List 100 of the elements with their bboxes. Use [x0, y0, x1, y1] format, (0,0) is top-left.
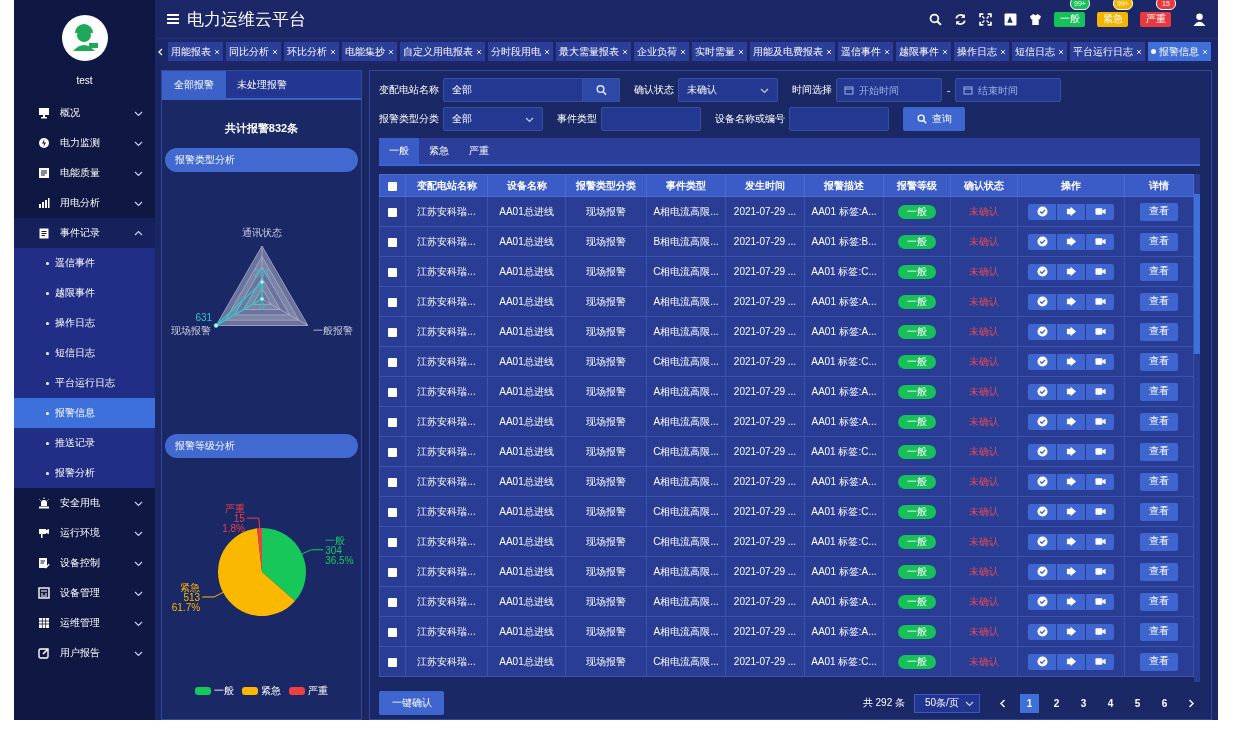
menu-item[interactable]: 概况	[14, 98, 155, 128]
page-number[interactable]: 4	[1101, 693, 1120, 713]
checkbox[interactable]	[388, 507, 397, 517]
page-number[interactable]: 6	[1155, 693, 1174, 713]
tab[interactable]: 用能及电费报表	[750, 42, 835, 61]
search-icon[interactable]	[583, 78, 620, 102]
confirm-check-icon[interactable]	[1036, 206, 1048, 217]
tab[interactable]: 平台运行日志	[1070, 42, 1145, 61]
tab[interactable]: 报警信息	[1148, 42, 1211, 61]
view-button[interactable]: 查看	[1140, 322, 1178, 341]
tab[interactable]: 紧急	[419, 138, 459, 164]
view-button[interactable]: 查看	[1140, 292, 1178, 311]
page-size-select[interactable]: 50条/页	[914, 693, 980, 713]
confirm-check-icon[interactable]	[1036, 236, 1048, 247]
view-button[interactable]: 查看	[1140, 502, 1178, 521]
confirm-check-icon[interactable]	[1036, 296, 1048, 307]
menu-item[interactable]: 设备控制	[14, 548, 155, 578]
close-icon[interactable]	[622, 48, 628, 55]
close-icon[interactable]	[330, 48, 336, 55]
date-field[interactable]: 开始时间	[836, 78, 942, 102]
select-field[interactable]: 未确认	[678, 78, 778, 102]
video-camera-icon[interactable]	[1094, 206, 1106, 217]
checkbox[interactable]	[388, 207, 397, 217]
close-icon[interactable]	[1058, 48, 1064, 55]
user-icon[interactable]	[1193, 12, 1206, 26]
view-button[interactable]: 查看	[1140, 442, 1178, 461]
alert-button[interactable]: 严重	[1140, 11, 1171, 27]
video-camera-icon[interactable]	[1094, 266, 1106, 277]
confirm-check-icon[interactable]	[1036, 326, 1048, 337]
confirm-all-button[interactable]: 一键确认	[379, 691, 444, 715]
tab[interactable]: 电能集抄	[342, 42, 397, 61]
checkbox[interactable]	[388, 567, 397, 577]
search-field[interactable]: 全部	[443, 78, 583, 102]
checkbox[interactable]	[388, 357, 397, 367]
view-button[interactable]: 查看	[1140, 412, 1178, 431]
view-button[interactable]: 查看	[1140, 592, 1178, 611]
close-icon[interactable]	[1000, 48, 1006, 55]
date-field[interactable]: 结束时间	[955, 78, 1062, 102]
checkbox[interactable]	[388, 537, 397, 547]
page-number[interactable]: 2	[1047, 693, 1066, 713]
confirm-check-icon[interactable]	[1036, 266, 1048, 277]
menu-item[interactable]: 运行环境	[14, 518, 155, 548]
menu-item[interactable]: 运维管理	[14, 608, 155, 638]
tab[interactable]: 同比分析	[226, 42, 281, 61]
shirt-icon[interactable]	[1029, 12, 1042, 26]
confirm-check-icon[interactable]	[1036, 446, 1048, 457]
tab[interactable]: 用能报表	[168, 42, 223, 61]
menu-item[interactable]: 设备管理	[14, 578, 155, 608]
view-button[interactable]: 查看	[1140, 382, 1178, 401]
confirm-check-icon[interactable]	[1036, 416, 1048, 427]
close-icon[interactable]	[388, 48, 394, 55]
input-field[interactable]	[601, 107, 701, 131]
checkbox[interactable]	[388, 237, 397, 247]
video-camera-icon[interactable]	[1094, 416, 1106, 427]
chevron-up-icon[interactable]	[134, 228, 143, 238]
submenu-item[interactable]: 遥信事件	[14, 248, 155, 278]
view-button[interactable]: 查看	[1140, 262, 1178, 281]
page-number[interactable]: 5	[1128, 693, 1147, 713]
checkbox[interactable]	[388, 597, 397, 607]
view-button[interactable]: 查看	[1140, 352, 1178, 371]
confirm-check-icon[interactable]	[1036, 356, 1048, 367]
checkbox[interactable]	[388, 447, 397, 457]
video-camera-icon[interactable]	[1094, 596, 1106, 607]
confirm-check-icon[interactable]	[1036, 656, 1048, 667]
submenu-item[interactable]: 报警信息	[14, 398, 155, 428]
tab[interactable]: 自定义用电报表	[400, 42, 485, 61]
menu-item[interactable]: 电力监测	[14, 128, 155, 158]
video-camera-icon[interactable]	[1094, 506, 1106, 517]
view-button[interactable]: 查看	[1140, 232, 1178, 251]
submenu-item[interactable]: 越限事件	[14, 278, 155, 308]
menu-item[interactable]: 用户报告	[14, 638, 155, 668]
checkbox[interactable]	[388, 417, 397, 427]
checkbox[interactable]	[388, 477, 397, 487]
submenu-item[interactable]: 报警分析	[14, 458, 155, 488]
video-camera-icon[interactable]	[1094, 236, 1106, 247]
select-field[interactable]: 全部	[443, 107, 543, 131]
submenu-item[interactable]: 平台运行日志	[14, 368, 155, 398]
close-icon[interactable]	[826, 48, 832, 55]
close-icon[interactable]	[272, 48, 278, 55]
tab[interactable]: 操作日志	[954, 42, 1009, 61]
view-button[interactable]: 查看	[1140, 562, 1178, 581]
tab[interactable]: 分时段用电	[488, 42, 553, 61]
chevron-left-icon[interactable]	[157, 46, 165, 57]
refresh-icon[interactable]	[954, 12, 967, 26]
search-icon[interactable]	[929, 12, 942, 26]
close-icon[interactable]	[680, 48, 686, 55]
video-camera-icon[interactable]	[1094, 536, 1106, 547]
confirm-check-icon[interactable]	[1036, 566, 1048, 577]
checkbox[interactable]	[388, 627, 397, 637]
tab[interactable]: 环比分析	[284, 42, 339, 61]
close-icon[interactable]	[942, 48, 948, 55]
menu-item[interactable]: 事件记录	[14, 218, 155, 248]
confirm-check-icon[interactable]	[1036, 386, 1048, 397]
confirm-check-icon[interactable]	[1036, 626, 1048, 637]
fullscreen-icon[interactable]	[979, 12, 992, 26]
tab[interactable]: 严重	[459, 138, 499, 164]
tab[interactable]: 越限事件	[896, 42, 951, 61]
tab[interactable]: 企业负荷	[634, 42, 689, 61]
video-camera-icon[interactable]	[1094, 476, 1106, 487]
view-button[interactable]: 查看	[1140, 202, 1178, 221]
